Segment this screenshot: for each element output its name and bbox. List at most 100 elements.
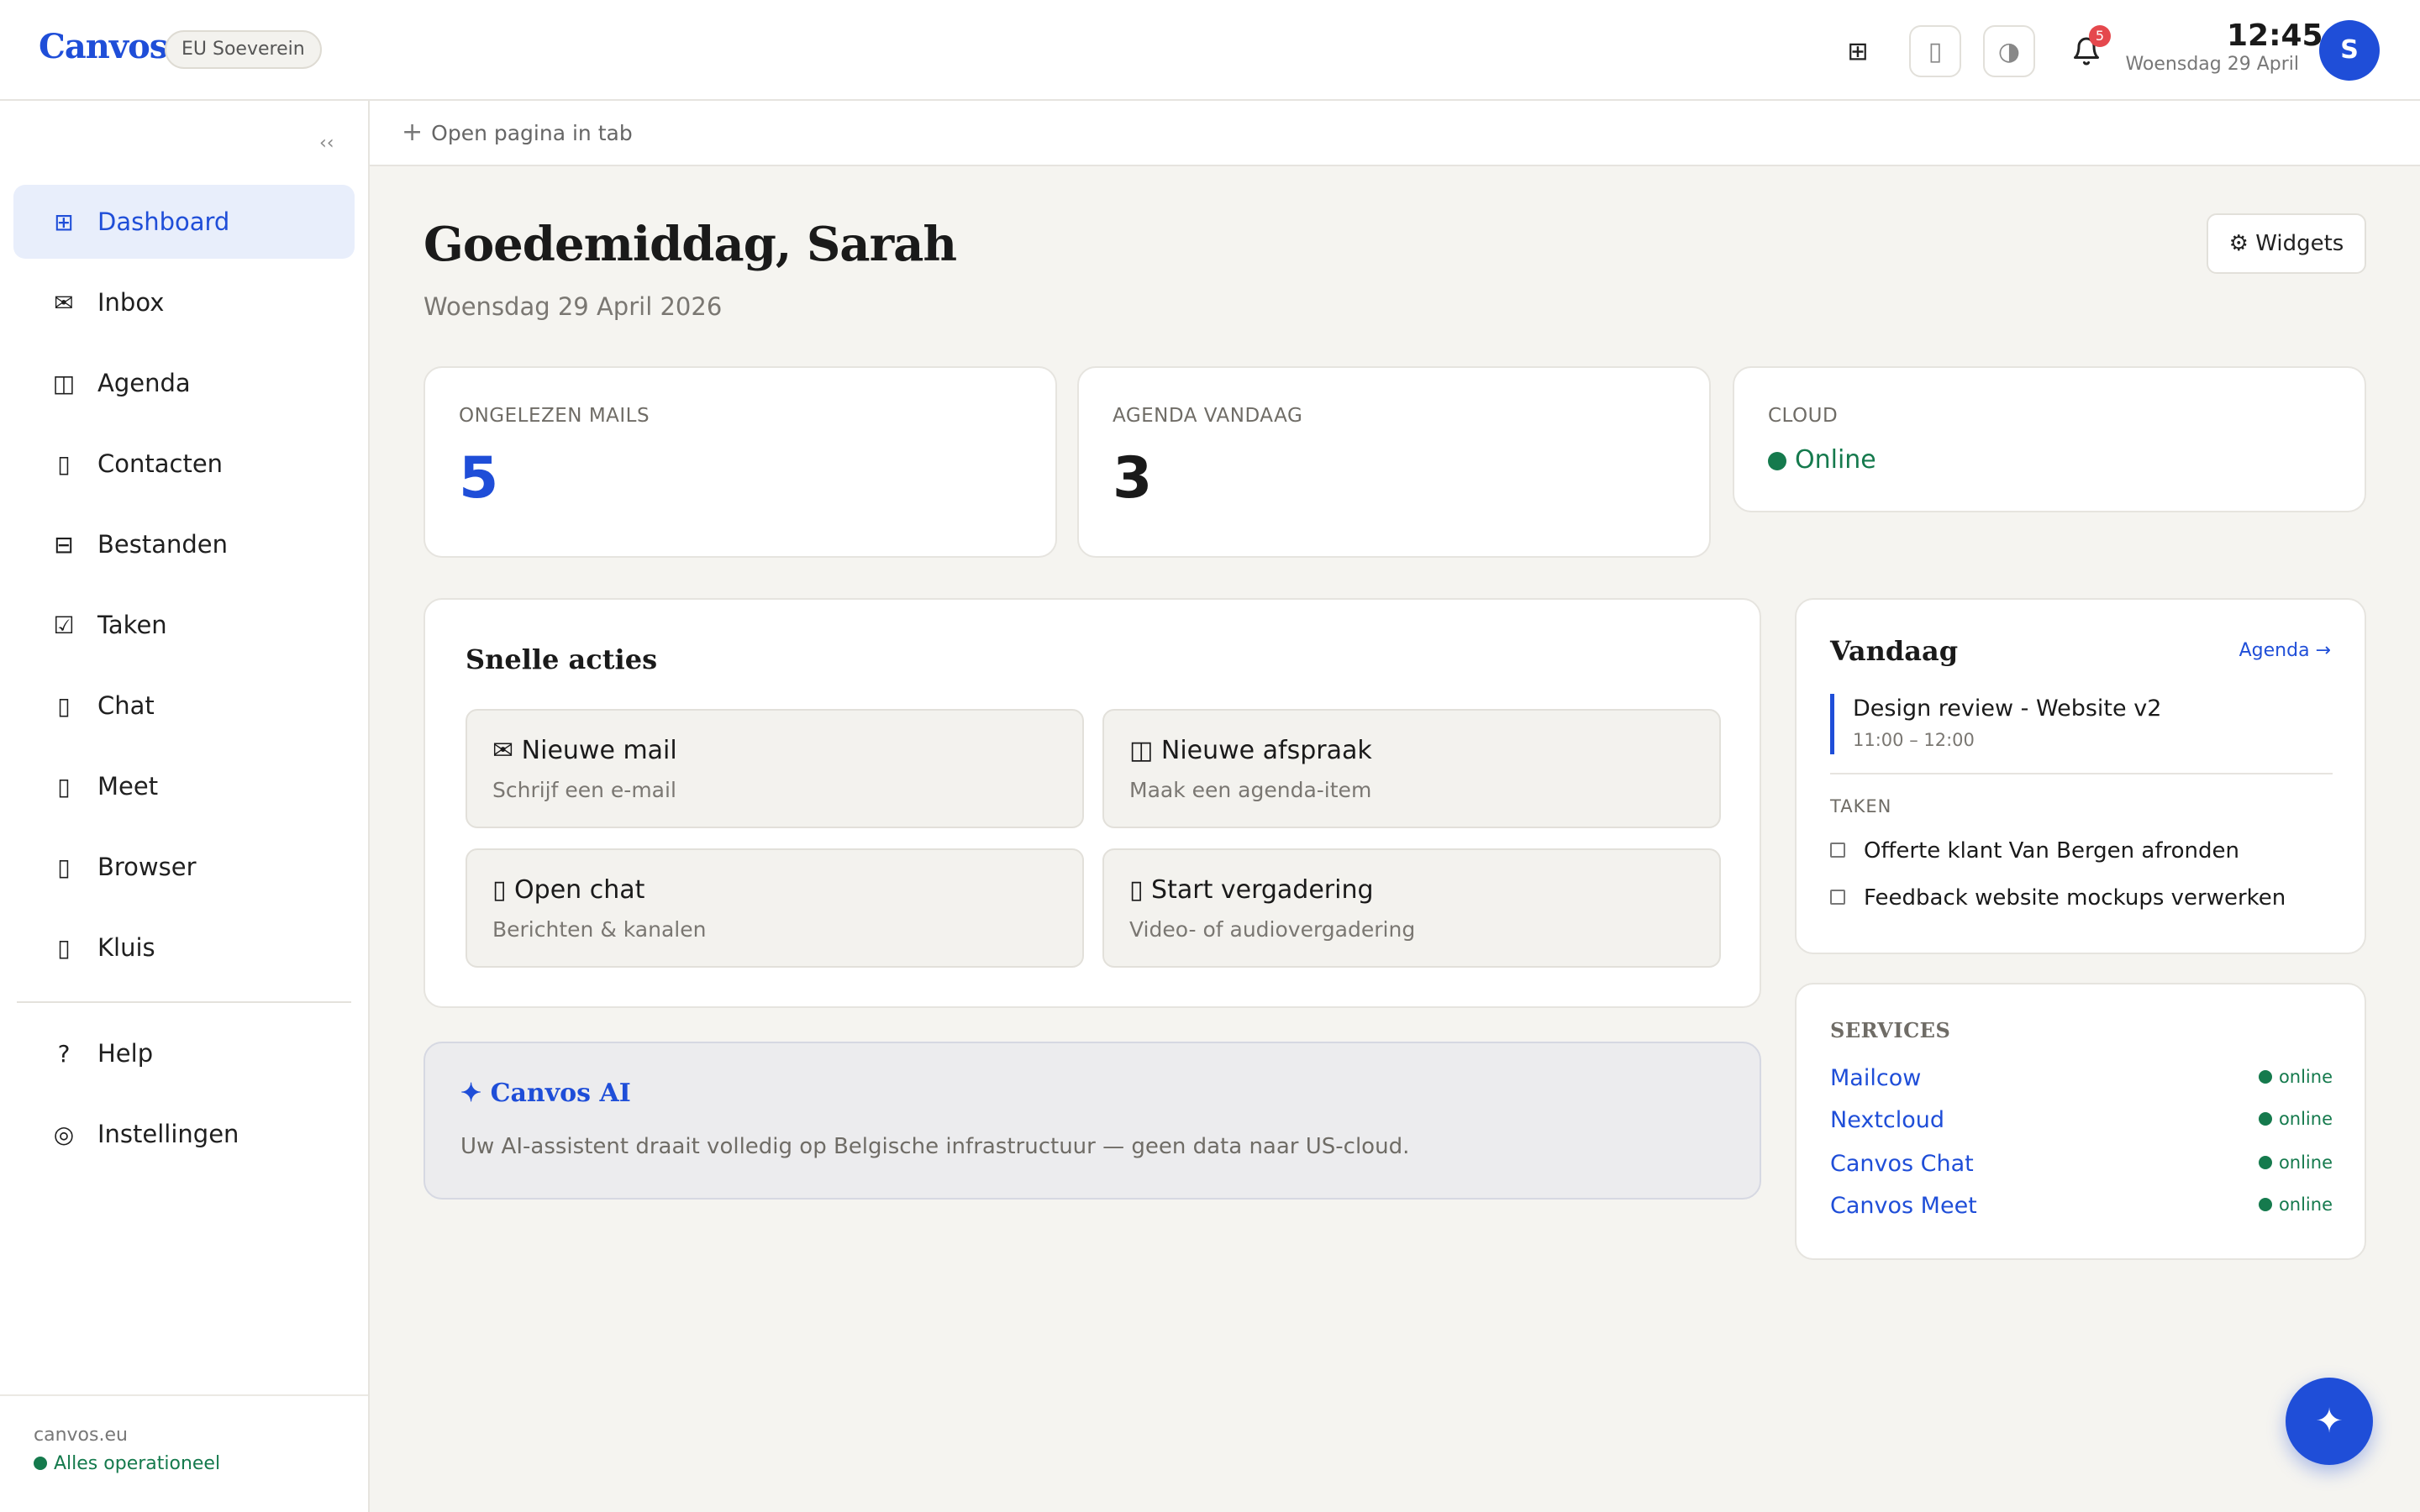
stat-card-cloud[interactable]: CLOUD Online <box>1733 366 2366 512</box>
top-bar: Canvos EU Soeverein ⊞ ▯ ◑ 5 12:45 Woensd… <box>0 0 2420 101</box>
action-title: ▯ Open chat <box>492 875 645 905</box>
service-status-text: online <box>2278 1109 2333 1129</box>
service-status: online <box>2258 1152 2333 1173</box>
sidebar-item-inbox[interactable]: ✉ Inbox <box>13 265 355 339</box>
quick-actions-title: Snelle acties <box>466 643 658 675</box>
sidebar-item-kluis[interactable]: ▯ Kluis <box>13 911 355 984</box>
service-status-text: online <box>2278 1067 2333 1087</box>
system-status-text: Alles operationeel <box>54 1453 221 1474</box>
video-icon: ▯ <box>57 772 71 801</box>
start-meeting-button[interactable]: ▯ Start vergadering Video- of audioverga… <box>1102 848 1721 968</box>
agenda-link[interactable]: Agenda → <box>2239 640 2331 661</box>
open-page-in-tab-button[interactable]: + Open pagina in tab <box>402 118 633 147</box>
service-row: Canvos Chat online <box>1830 1151 2333 1184</box>
action-subtitle: Berichten & kanalen <box>492 917 707 942</box>
sidebar-item-bestanden[interactable]: ⊟ Bestanden <box>13 507 355 581</box>
status-dot-icon <box>2258 1198 2272 1211</box>
action-subtitle: Maak een agenda-item <box>1129 778 1372 802</box>
service-row: Mailcow online <box>1830 1065 2333 1099</box>
stat-label: CLOUD <box>1768 405 1839 427</box>
task-item[interactable]: Offerte klant Van Bergen afronden <box>1830 838 2239 864</box>
clock-date: Woensdag 29 April <box>2125 54 2299 75</box>
sidebar-item-agenda[interactable]: ◫ Agenda <box>13 346 355 420</box>
dashboard-icon: ⊞ <box>54 207 74 236</box>
theme-toggle-icon[interactable]: ◑ <box>1983 25 2035 77</box>
status-dot-icon <box>2258 1070 2272 1084</box>
cloud-status-text: Online <box>1795 445 1876 475</box>
files-icon: ⊟ <box>54 530 74 559</box>
sidebar-item-browser[interactable]: ▯ Browser <box>13 830 355 904</box>
event-item[interactable]: Design review - Website v2 11:00 – 12:00 <box>1830 694 2334 754</box>
region-badge: EU Soeverein <box>165 30 322 69</box>
service-name[interactable]: Mailcow <box>1830 1065 1921 1091</box>
sidebar-divider <box>17 1001 351 1003</box>
notification-count-badge: 5 <box>2089 25 2111 47</box>
action-subtitle: Video- of audiovergadering <box>1129 917 1416 942</box>
sidebar-item-taken[interactable]: ☑ Taken <box>13 588 355 662</box>
settings-icon: ◎ <box>53 1120 75 1148</box>
apps-grid-icon[interactable]: ⊞ <box>1832 25 1884 77</box>
sidebar-item-label: Instellingen <box>97 1120 239 1148</box>
page-date: Woensdag 29 April 2026 <box>424 292 723 321</box>
sidebar-item-label: Chat <box>97 691 155 720</box>
sidebar-item-label: Meet <box>97 772 159 801</box>
stat-value: 3 <box>1113 445 1153 512</box>
service-name[interactable]: Canvos Meet <box>1830 1193 1977 1219</box>
checkbox-icon[interactable] <box>1830 843 1845 858</box>
sidebar-item-label: Kluis <box>97 933 155 962</box>
page-title: Goedemiddag, Sarah <box>424 217 957 272</box>
device-icon[interactable]: ▯ <box>1909 25 1961 77</box>
service-name[interactable]: Canvos Chat <box>1830 1151 1974 1177</box>
footer-domain[interactable]: canvos.eu <box>34 1425 128 1446</box>
divider <box>1830 773 2333 774</box>
stat-card-agenda-today[interactable]: AGENDA VANDAAG 3 <box>1077 366 1711 558</box>
sidebar-item-label: Contacten <box>97 449 224 478</box>
status-dot-icon <box>34 1457 47 1470</box>
sidebar-item-contacten[interactable]: ▯ Contacten <box>13 427 355 501</box>
sidebar-item-label: Bestanden <box>97 530 228 559</box>
open-chat-button[interactable]: ▯ Open chat Berichten & kanalen <box>466 848 1084 968</box>
new-mail-button[interactable]: ✉ Nieuwe mail Schrijf een e-mail <box>466 709 1084 828</box>
widgets-button[interactable]: ⚙ Widgets <box>2207 213 2366 274</box>
service-row: Nextcloud online <box>1830 1107 2333 1141</box>
service-status: online <box>2258 1109 2333 1129</box>
status-dot-icon <box>1768 452 1786 470</box>
new-appointment-button[interactable]: ◫ Nieuwe afspraak Maak een agenda-item <box>1102 709 1721 828</box>
sidebar: ‹‹ ⊞ Dashboard ✉ Inbox ◫ Agenda ▯ Contac… <box>0 101 370 1512</box>
avatar[interactable]: S <box>2319 20 2380 81</box>
tab-strip: + Open pagina in tab <box>370 101 2420 166</box>
task-label: Offerte klant Van Bergen afronden <box>1864 838 2239 864</box>
checkbox-icon[interactable] <box>1830 890 1845 905</box>
sidebar-item-label: Dashboard <box>97 207 230 236</box>
vault-icon: ▯ <box>57 933 71 962</box>
task-item[interactable]: Feedback website mockups verwerken <box>1830 885 2286 911</box>
event-time: 11:00 – 12:00 <box>1853 730 1975 750</box>
services-card: SERVICES Mailcow online Nextcloud online… <box>1795 983 2366 1260</box>
canvos-ai-card[interactable]: ✦ Canvos AI Uw AI-assistent draait volle… <box>424 1042 1761 1200</box>
plus-icon: + <box>402 118 424 147</box>
sidebar-item-dashboard[interactable]: ⊞ Dashboard <box>13 185 355 259</box>
sidebar-item-instellingen[interactable]: ◎ Instellingen <box>13 1097 355 1171</box>
quick-actions-card: Snelle acties ✉ Nieuwe mail Schrijf een … <box>424 598 1761 1008</box>
stat-card-unread-mails[interactable]: ONGELEZEN MAILS 5 <box>424 366 1057 558</box>
sidebar-item-label: Help <box>97 1039 154 1068</box>
stat-label: AGENDA VANDAAG <box>1113 405 1303 427</box>
ai-assistant-fab[interactable]: ✦ <box>2286 1378 2373 1465</box>
service-status-text: online <box>2278 1152 2333 1173</box>
sidebar-item-chat[interactable]: ▯ Chat <box>13 669 355 743</box>
action-title: ▯ Start vergadering <box>1129 875 1374 905</box>
sidebar-item-meet[interactable]: ▯ Meet <box>13 749 355 823</box>
logo[interactable]: Canvos <box>39 27 168 66</box>
action-title: ◫ Nieuwe afspraak <box>1129 736 1372 765</box>
ai-title: ✦ Canvos AI <box>460 1079 631 1108</box>
service-name[interactable]: Nextcloud <box>1830 1107 1944 1133</box>
service-status-text: online <box>2278 1194 2333 1215</box>
clock-time: 12:45 <box>2227 18 2323 53</box>
sidebar-item-help[interactable]: ? Help <box>13 1016 355 1090</box>
cloud-status: Online <box>1768 445 1876 475</box>
today-card: Vandaag Agenda → Design review - Website… <box>1795 598 2366 954</box>
calendar-icon: ◫ <box>52 369 76 397</box>
help-icon: ? <box>57 1039 71 1068</box>
collapse-sidebar-button[interactable]: ‹‹ <box>319 133 334 154</box>
service-status: online <box>2258 1067 2333 1087</box>
